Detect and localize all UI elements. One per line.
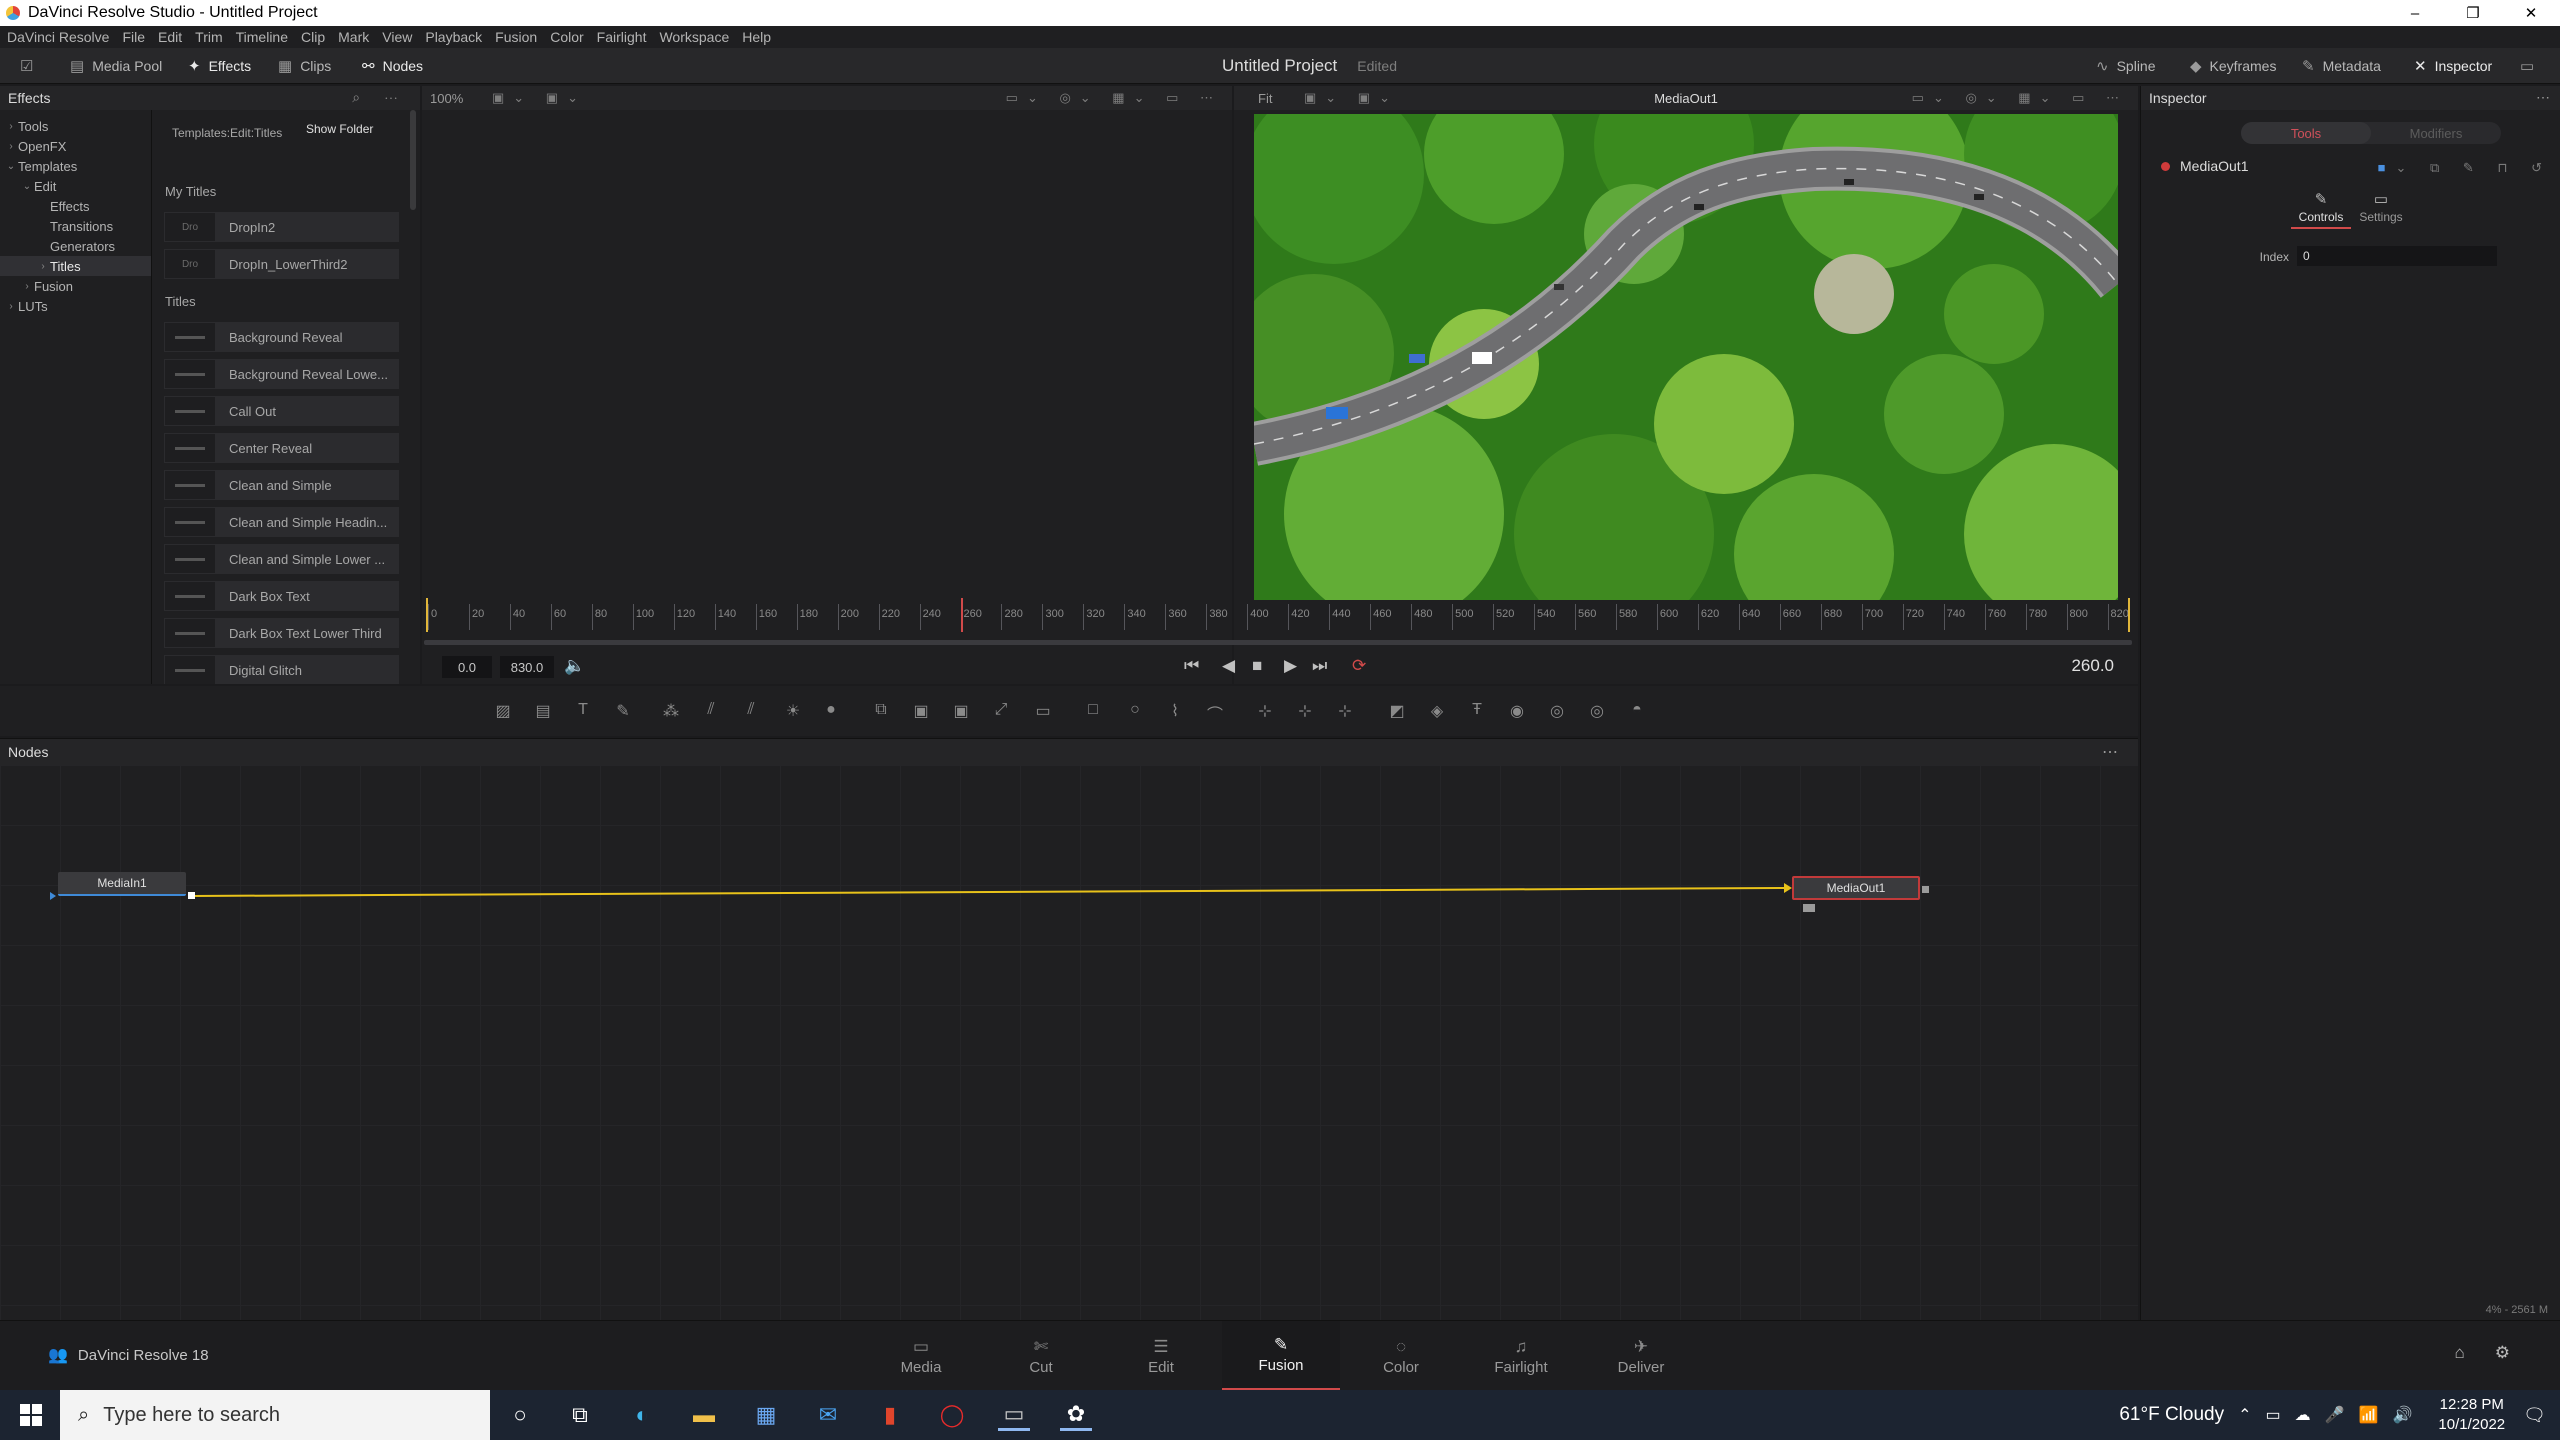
clock-date: 10/1/2022 xyxy=(2438,1416,2506,1433)
page-cut-button[interactable]: ✄ Cut xyxy=(982,1321,1100,1391)
window-controls: – ❐ ✕ xyxy=(2386,0,2560,26)
keyframes-button[interactable]: ◆ Keyframes xyxy=(2190,48,2276,84)
search-icon: ⌕ xyxy=(78,1403,90,1426)
inspector-title: Inspector xyxy=(2149,90,2207,106)
clock[interactable]: 12:28 PM 10/1/2022 xyxy=(2438,1395,2505,1435)
subtab-controls[interactable]: ✎ Controls xyxy=(2291,190,2351,229)
weather-widget[interactable]: 61°F Cloudy xyxy=(2119,1404,2224,1426)
settings-icon: ▭ xyxy=(2373,191,2389,208)
start-button[interactable] xyxy=(20,1404,42,1426)
tab-modifiers[interactable]: Modifiers xyxy=(2371,122,2501,144)
search-placeholder: Type here to search xyxy=(103,1403,280,1426)
mediain-node[interactable]: MediaIn1 xyxy=(58,872,186,896)
app-name-label: DaVinci Resolve 18 xyxy=(77,1346,209,1364)
page-media-button[interactable]: ▭ Media xyxy=(862,1321,980,1391)
page-deliver-button[interactable]: ✈ Deliver xyxy=(1582,1321,1700,1391)
settings-label: Settings xyxy=(2359,210,2403,224)
metadata-icon: ✎ xyxy=(2302,58,2315,75)
tab-tools[interactable]: Tools xyxy=(2241,122,2371,144)
home-icon[interactable]: ⌂ xyxy=(2454,1343,2494,1362)
mail-icon[interactable]: ✉ xyxy=(812,1399,844,1431)
controls-label: Controls xyxy=(2298,210,2344,224)
windows-taskbar: ⌕ Type here to search ○ ⧉ ◐ ▬ ▦ ✉ ▮ ◯ ▭ … xyxy=(0,1390,2560,1440)
page-label: Fusion xyxy=(1258,1357,1304,1374)
version-icon[interactable]: ■ xyxy=(2378,160,2396,175)
close-button[interactable]: ✕ xyxy=(2502,0,2560,26)
page-label: Color xyxy=(1383,1358,1419,1376)
edit-page-icon: ☰ xyxy=(1153,1336,1169,1356)
file-explorer-icon[interactable]: ▬ xyxy=(688,1399,720,1431)
index-label: Index xyxy=(2259,250,2289,264)
page-label: Fairlight xyxy=(1494,1358,1548,1376)
metadata-label: Metadata xyxy=(2322,58,2381,74)
inspector-button[interactable]: ✕ Inspector xyxy=(2414,48,2492,84)
page-fairlight-button[interactable]: ♫ Fairlight xyxy=(1462,1321,1580,1391)
system-tray: 61°F Cloudy ⌃▭☁🎤📶🔊 12:28 PM 10/1/2022 🗨 xyxy=(2119,1390,2560,1440)
deliver-page-icon: ✈ xyxy=(1633,1336,1649,1356)
inspector-label: Inspector xyxy=(2434,58,2493,74)
input-port[interactable] xyxy=(1784,883,1792,893)
subtab-settings[interactable]: ▭ Settings xyxy=(2351,190,2411,229)
node-connection xyxy=(50,883,1929,912)
page-label: Media xyxy=(900,1358,942,1376)
keyframes-label: Keyframes xyxy=(2209,58,2277,74)
mediaout-mask-port[interactable] xyxy=(1803,904,1815,912)
color-page-icon: ◌ xyxy=(1395,1336,1407,1356)
inspector-more-icon[interactable]: ⋯ xyxy=(2536,89,2550,106)
index-field[interactable]: 0 xyxy=(2297,246,2497,266)
keyframes-icon: ◆ xyxy=(2190,58,2202,75)
edge-icon[interactable]: ◐ xyxy=(626,1399,658,1431)
cut-page-icon: ✄ xyxy=(1033,1336,1049,1356)
page-label: Edit xyxy=(1148,1358,1174,1376)
connection-line xyxy=(191,887,1787,897)
settings-gear-icon[interactable]: ⚙ xyxy=(2495,1343,2540,1362)
mediaout-label: MediaOut1 xyxy=(1826,881,1886,895)
davinci-resolve-taskbar-icon[interactable]: ✿ xyxy=(1060,1399,1092,1431)
task-view-icon[interactable]: ⧉ xyxy=(564,1399,596,1431)
inspector-tabs: Tools Modifiers xyxy=(2241,122,2501,144)
page-label: Cut xyxy=(1029,1358,1053,1376)
clock-time: 12:28 PM xyxy=(2439,1396,2504,1413)
mediaout-node[interactable]: MediaOut1 xyxy=(1792,876,1920,900)
maximize-button[interactable]: ❐ xyxy=(2444,0,2502,26)
page-label: Deliver xyxy=(1617,1358,1665,1376)
inspector-panel: Inspector ⋯ Tools Modifiers MediaOut1 ■⌄… xyxy=(2140,86,2560,1320)
collaboration-icon[interactable]: 👥 xyxy=(48,1345,68,1365)
monitor-icon: ▭ xyxy=(2520,58,2535,75)
inspector-subtabs: ✎ Controls ▭ Settings xyxy=(2291,190,2411,229)
fusion-page-icon: ✎ xyxy=(1273,1335,1289,1354)
fullscreen-button[interactable]: ▭ xyxy=(2520,48,2542,84)
minimize-button[interactable]: – xyxy=(2386,0,2444,26)
metadata-button[interactable]: ✎ Metadata xyxy=(2302,48,2381,84)
office-icon[interactable]: ▮ xyxy=(874,1399,906,1431)
media-page-icon: ▭ xyxy=(912,1336,930,1356)
mediain-label: MediaIn1 xyxy=(97,876,147,890)
pagebar-right-icons[interactable]: ⌂⚙ xyxy=(2454,1343,2540,1363)
mediaout-output-port[interactable] xyxy=(1922,886,1929,893)
fairlight-page-icon: ♫ xyxy=(1514,1336,1528,1356)
opera-icon[interactable]: ◯ xyxy=(936,1399,968,1431)
page-navigation-bar: 👥 DaVinci Resolve 18 ▭ Media ✄ Cut ☰ Edit ✎ Fus… xyxy=(0,1320,2560,1391)
mediain-input-arrow xyxy=(50,892,56,900)
memory-usage: 4% - 2561 M xyxy=(2485,1304,2548,1316)
notification-icon[interactable]: 🗨 xyxy=(2523,1405,2546,1426)
store-icon[interactable]: ▦ xyxy=(750,1399,782,1431)
cortana-icon[interactable]: ○ xyxy=(504,1399,536,1431)
app-name: 👥 DaVinci Resolve 18 xyxy=(48,1345,209,1365)
output-port[interactable] xyxy=(188,892,195,899)
app-icon[interactable]: ▭ xyxy=(998,1399,1030,1431)
page-color-button[interactable]: ◌ Color xyxy=(1342,1321,1460,1391)
page-edit-button[interactable]: ☰ Edit xyxy=(1102,1321,1220,1391)
tray-icons[interactable]: ⌃▭☁🎤📶🔊 xyxy=(2238,1405,2426,1425)
inspector-header: Inspector ⋯ xyxy=(2141,86,2560,110)
taskbar-search[interactable]: ⌕ Type here to search xyxy=(60,1390,490,1440)
inspector-node-icons[interactable]: ■⌄ ⧉ ✎ ⊓ ↺ xyxy=(2378,160,2552,176)
page-fusion-button[interactable]: ✎ Fusion xyxy=(1222,1321,1340,1391)
controls-icon: ✎ xyxy=(2314,191,2328,208)
inspector-node-row[interactable]: MediaOut1 xyxy=(2161,158,2248,174)
inspector-node-name: MediaOut1 xyxy=(2180,158,2249,174)
inspector-icon: ✕ xyxy=(2414,58,2427,75)
node-color-dot xyxy=(2161,161,2170,171)
